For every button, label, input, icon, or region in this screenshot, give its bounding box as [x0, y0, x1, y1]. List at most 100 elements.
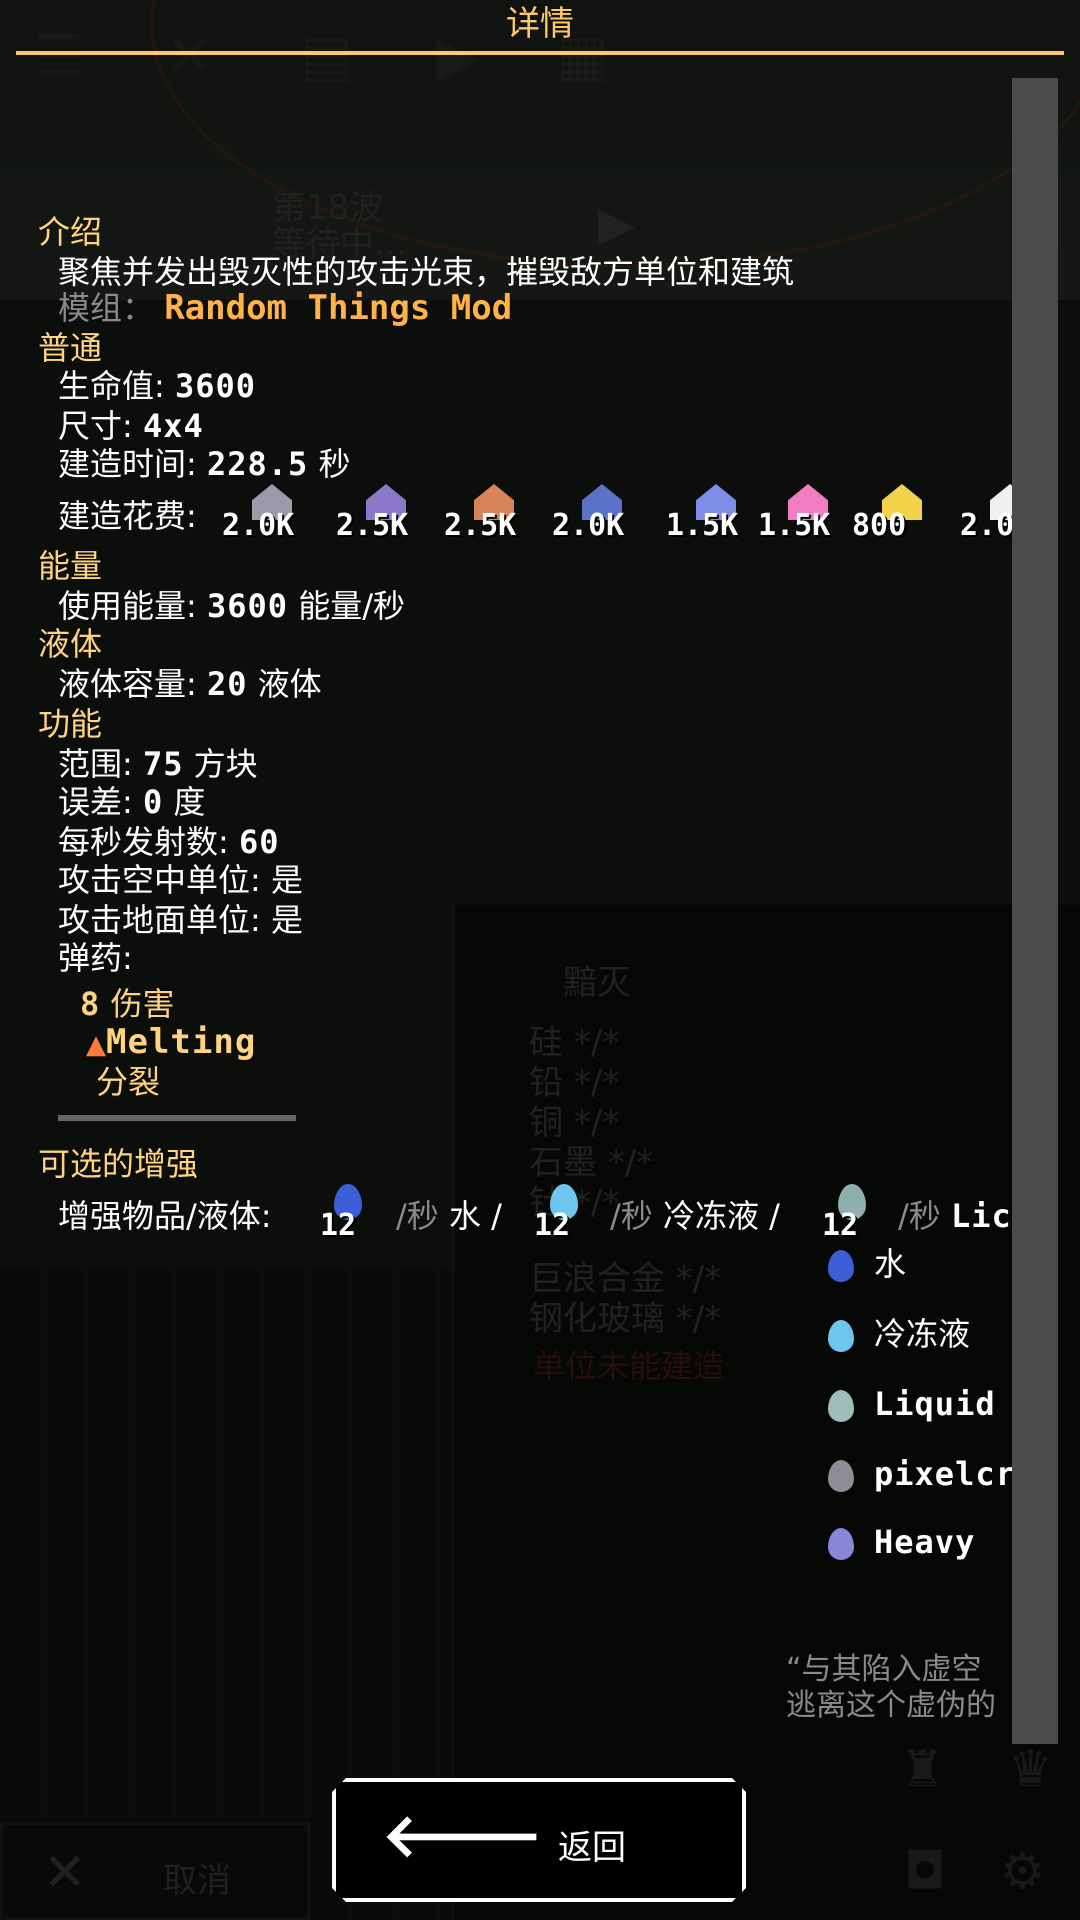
build-time-label: 建造时间: [58, 445, 197, 483]
cost-amount: 1.5K [758, 508, 831, 543]
health-stat: 生命值: 3600 [58, 366, 256, 406]
section-divider [58, 1115, 296, 1121]
boost-amount: 12 [320, 1208, 357, 1243]
ammo-frag: 分裂 [96, 1063, 161, 1101]
power-use-label: 使用能量: [58, 587, 197, 625]
build-cost-label: 建造花费: [58, 497, 197, 535]
target-air-value: 是 [270, 861, 303, 899]
range-unit: 方块 [193, 745, 258, 783]
mod-name: Random Things Mod [164, 288, 513, 328]
cost-item: 800 [852, 482, 952, 546]
power-use-value: 3600 [206, 587, 289, 625]
build-time-unit: 秒 [318, 445, 351, 483]
size-stat: 尺寸: 4x4 [58, 406, 204, 446]
boost-rate: /秒 [396, 1197, 439, 1235]
build-time-value: 228.5 [206, 445, 309, 483]
ammo-status-name: Melting [106, 1022, 257, 1062]
section-general: 普通 [38, 329, 103, 367]
back-button[interactable]: 🡐 返回 [332, 1778, 746, 1902]
liquid-drop-icon [828, 1390, 854, 1422]
boost-name: 水 [448, 1197, 481, 1235]
quote-line: 逃离这个虚伪的 [786, 1688, 996, 1723]
block-description: 聚焦并发出毁灭性的攻击光束，摧毁敌方单位和建筑 [58, 253, 795, 291]
target-air-stat: 攻击空中单位: 是 [58, 860, 303, 900]
flavor-quote: “与其陷入虚空 逃离这个虚伪的 [786, 1652, 996, 1724]
liquid-list-item: 冷冻液 [874, 1315, 971, 1353]
pixelcr-drop-icon [828, 1460, 854, 1492]
ammo-status: ▲Melting [86, 1022, 256, 1065]
cryofluid-drop-icon [828, 1320, 854, 1352]
boost-name: 冷冻液 [662, 1197, 759, 1235]
ammo-damage-label: 伤害 [110, 985, 175, 1023]
cost-amount: 2.5K [444, 508, 517, 543]
size-label: 尺寸: [58, 407, 133, 445]
scrollbar[interactable] [1012, 78, 1058, 1744]
water-drop-icon [828, 1250, 854, 1282]
range-value: 75 [142, 745, 184, 783]
boost-entry: /秒 冷冻液 / [610, 1197, 780, 1235]
power-use-unit: 能量/秒 [298, 587, 405, 625]
ammo-damage-value: 8 [80, 985, 101, 1023]
cost-item: 2.5K [444, 482, 544, 546]
mod-line: 模组： Random Things Mod [58, 288, 512, 328]
inaccuracy-label: 误差: [58, 783, 133, 821]
boost-amount: 12 [822, 1208, 859, 1243]
target-ground-stat: 攻击地面单位: 是 [58, 900, 303, 940]
boost-rate: /秒 [898, 1197, 941, 1235]
cost-amount: 2.0K [552, 508, 625, 543]
liquid-capacity-unit: 液体 [257, 665, 322, 703]
cost-item: 2.5K [336, 482, 436, 546]
boost-entry: /秒 Lic [898, 1196, 1012, 1236]
power-use-stat: 使用能量: 3600 能量/秒 [58, 586, 405, 626]
heavy-drop-icon [828, 1528, 854, 1560]
cost-item: 1.5K [666, 482, 766, 546]
health-label: 生命值: [58, 367, 165, 405]
shots-stat: 每秒发射数: 60 [58, 822, 280, 862]
fire-icon: ▲ [86, 1030, 106, 1060]
section-function: 功能 [38, 705, 103, 743]
target-air-label: 攻击空中单位: [58, 861, 261, 899]
section-power: 能量 [38, 547, 103, 585]
ammo-damage: 8 伤害 [80, 984, 174, 1024]
cost-amount: 800 [852, 508, 907, 543]
section-intro: 介绍 [38, 213, 103, 251]
range-label: 范围: [58, 745, 133, 783]
section-liquid: 液体 [38, 625, 103, 663]
inaccuracy-value: 0 [142, 783, 164, 821]
liquid-capacity-stat: 液体容量: 20 液体 [58, 664, 322, 704]
liquid-list-item: Heavy [874, 1523, 976, 1561]
cost-amount: 2.0K [960, 508, 1012, 543]
liquid-list-item: Liquid I [874, 1385, 1012, 1423]
inaccuracy-stat: 误差: 0 度 [58, 782, 205, 822]
details-scroll-pane[interactable]: 介绍 聚焦并发出毁灭性的攻击光束，摧毁敌方单位和建筑 模组： Random Th… [0, 0, 1012, 1760]
liquid-list-item: 水 [874, 1245, 907, 1283]
cost-item: 2.0K [552, 482, 652, 546]
liquid-list-item: pixelcr [874, 1455, 1012, 1493]
cost-amount: 2.0K [222, 508, 295, 543]
quote-line: “与其陷入虚空 [786, 1652, 982, 1687]
shots-value: 60 [238, 823, 280, 861]
section-boost: 可选的增强 [38, 1145, 199, 1183]
range-stat: 范围: 75 方块 [58, 744, 258, 784]
boost-entry: /秒 水 / [396, 1197, 502, 1235]
health-value: 3600 [174, 367, 257, 405]
target-ground-label: 攻击地面单位: [58, 901, 261, 939]
target-ground-value: 是 [270, 901, 303, 939]
back-label: 返回 [558, 1828, 626, 1868]
build-time-stat: 建造时间: 228.5 秒 [58, 444, 350, 484]
liquid-capacity-value: 20 [206, 665, 248, 703]
back-arrow-icon: 🡐 [382, 1801, 543, 1871]
boost-amount: 12 [534, 1208, 571, 1243]
liquid-capacity-label: 液体容量: [58, 665, 197, 703]
boost-name: Lic [950, 1197, 1012, 1235]
shots-label: 每秒发射数: [58, 823, 229, 861]
cost-amount: 1.5K [666, 508, 739, 543]
boost-rate: /秒 [610, 1197, 653, 1235]
cost-item: 1.5K [758, 482, 858, 546]
boost-items-label: 增强物品/液体: [58, 1197, 272, 1235]
ammo-label: 弹药: [58, 939, 133, 977]
inaccuracy-unit: 度 [173, 783, 206, 821]
cost-item: 2.0K [222, 482, 322, 546]
cost-amount: 2.5K [336, 508, 409, 543]
size-value: 4x4 [142, 407, 204, 445]
